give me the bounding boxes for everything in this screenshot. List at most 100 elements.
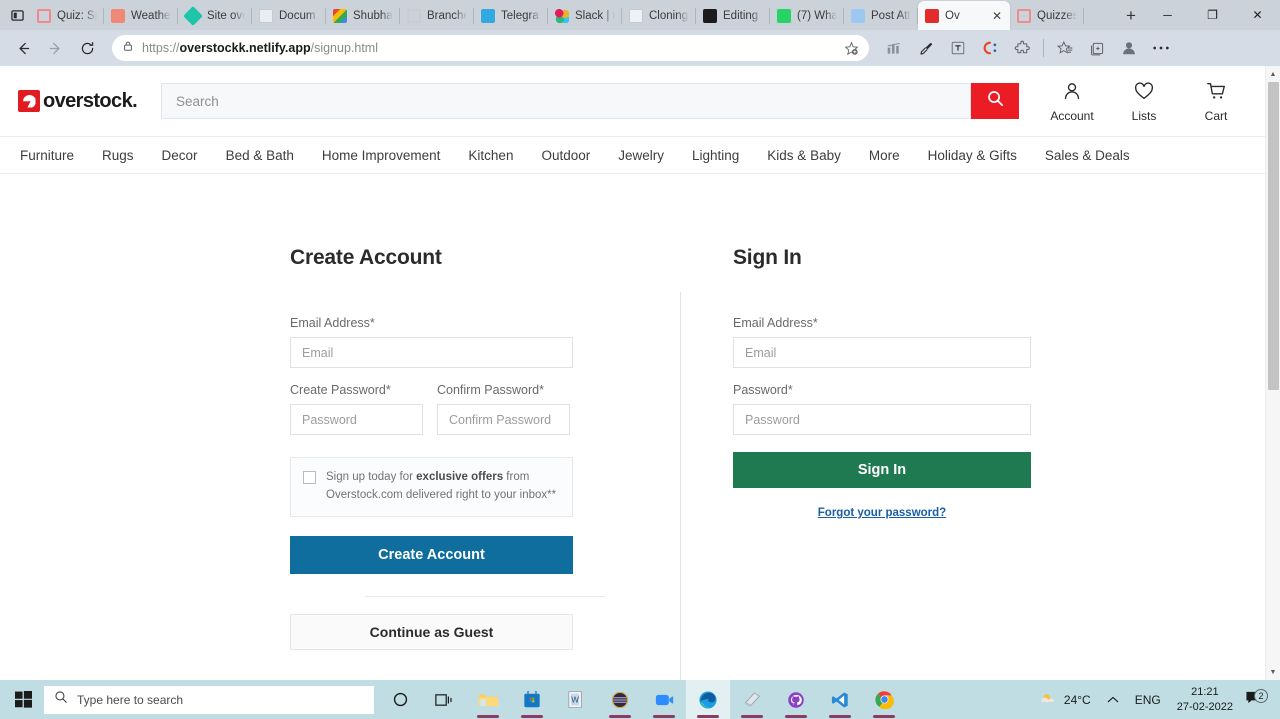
start-button[interactable]	[4, 680, 42, 719]
collections-icon[interactable]	[1082, 34, 1112, 62]
browser-tab[interactable]: Post Att	[844, 2, 918, 30]
favorite-add-icon[interactable]	[844, 40, 859, 56]
tab-label: Slack | r	[575, 10, 615, 22]
maximize-button[interactable]: ❐	[1190, 0, 1235, 30]
tab-label: Post Att	[871, 10, 911, 22]
scroll-down-arrow-icon[interactable]: ▼	[1266, 664, 1280, 680]
browser-tab[interactable]: Telegra	[474, 2, 548, 30]
overstock-logo[interactable]: overstock.	[18, 90, 153, 113]
marketing-optin-checkbox[interactable]	[303, 471, 316, 484]
github-desktop-icon[interactable]	[774, 680, 818, 719]
notification-count-badge: 2	[1254, 688, 1268, 703]
header-action-cart[interactable]: Cart	[1193, 80, 1239, 123]
header-action-lists[interactable]: Lists	[1121, 80, 1167, 123]
minimize-button[interactable]: ─	[1145, 0, 1190, 30]
profile-icon[interactable]	[1114, 34, 1144, 62]
file-explorer-icon[interactable]	[466, 680, 510, 719]
header-action-lists-label: Lists	[1131, 108, 1157, 123]
tray-language[interactable]: ENG	[1127, 680, 1169, 719]
browser-tab[interactable]: Quizzes	[1010, 2, 1084, 30]
notebook-icon[interactable]	[730, 680, 774, 719]
nav-item-rugs[interactable]: Rugs	[88, 148, 148, 163]
cart-icon	[1205, 80, 1227, 107]
browser-tab[interactable]: Shubha	[326, 2, 400, 30]
browser-tab[interactable]: Editing	[696, 2, 770, 30]
zoom-icon[interactable]	[642, 680, 686, 719]
nav-item-sales-deals[interactable]: Sales & Deals	[1031, 148, 1144, 163]
extensions-icon[interactable]	[1007, 34, 1037, 62]
settings-more-icon[interactable]	[1146, 34, 1176, 62]
tab-actions-icon[interactable]	[4, 0, 30, 30]
tray-overflow-chevron-icon[interactable]	[1099, 680, 1127, 719]
nav-item-home-improvement[interactable]: Home Improvement	[308, 148, 455, 163]
sign-in-button[interactable]: Sign In	[733, 452, 1031, 488]
taskbar-search[interactable]: Type here to search	[44, 685, 374, 714]
chrome-icon[interactable]	[862, 680, 906, 719]
confirm-password-input[interactable]: Confirm Password	[437, 404, 570, 435]
tab-favicon-icon	[555, 9, 569, 23]
signin-email-input[interactable]: Email	[733, 337, 1031, 368]
notification-center-button[interactable]: 2	[1241, 688, 1272, 710]
create-account-button[interactable]: Create Account	[290, 535, 573, 574]
task-view-icon[interactable]	[422, 680, 466, 719]
nav-item-holiday-gifts[interactable]: Holiday & Gifts	[914, 148, 1031, 163]
browser-tab[interactable]: Cloning	[622, 2, 696, 30]
nav-item-lighting[interactable]: Lighting	[678, 148, 753, 163]
browser-tab[interactable]: Ov ✕	[918, 1, 1010, 30]
browser-tab[interactable]: Docum	[252, 2, 326, 30]
vs-code-icon[interactable]	[818, 680, 862, 719]
svg-text:W: W	[571, 696, 579, 705]
back-icon[interactable]	[8, 34, 38, 62]
nav-item-outdoor[interactable]: Outdoor	[527, 148, 604, 163]
browser-tab[interactable]: Site ove	[178, 2, 252, 30]
reload-icon[interactable]	[72, 34, 102, 62]
word-icon[interactable]: W	[554, 680, 598, 719]
new-tab-button[interactable]: +	[1117, 2, 1145, 30]
collections-c-icon[interactable]	[975, 34, 1005, 62]
create-account-title: Create Account	[290, 246, 442, 269]
browser-tab[interactable]: Branche	[400, 2, 474, 30]
address-bar[interactable]: https://overstockk.netlify.app/signup.ht…	[112, 35, 869, 61]
nav-item-bed-bath[interactable]: Bed & Bath	[212, 148, 308, 163]
search-input[interactable]: Search	[161, 83, 971, 119]
browser-tab[interactable]: Slack | r	[548, 2, 622, 30]
tab-label: Quizzes	[1037, 10, 1077, 22]
eyedropper-icon[interactable]	[911, 34, 941, 62]
browser-tab[interactable]: Quiz: Sp	[30, 2, 104, 30]
browser-tab[interactable]: Weathe	[104, 2, 178, 30]
header-action-account[interactable]: Account	[1049, 80, 1095, 123]
scrollbar-thumb[interactable]	[1268, 82, 1279, 390]
nav-item-kids-baby[interactable]: Kids & Baby	[753, 148, 855, 163]
confirm-password-label: Confirm Password*	[437, 383, 544, 397]
continue-as-guest-button[interactable]: Continue as Guest	[290, 613, 573, 650]
tray-weather[interactable]: 24°C	[1031, 680, 1099, 719]
read-aloud-icon[interactable]	[879, 34, 909, 62]
forward-icon[interactable]	[40, 34, 70, 62]
signin-password-input[interactable]: Password	[733, 404, 1031, 435]
create-email-input[interactable]: Email	[290, 337, 573, 368]
nav-item-furniture[interactable]: Furniture	[20, 148, 88, 163]
forgot-password-link[interactable]: Forgot your password?	[733, 507, 1031, 519]
tab-close-icon[interactable]: ✕	[991, 9, 1003, 23]
text-tool-icon[interactable]	[943, 34, 973, 62]
create-email-label: Email Address*	[290, 316, 375, 330]
nav-item-more[interactable]: More	[855, 148, 914, 163]
overstock-logo-mark-icon	[18, 90, 40, 112]
marketing-optin[interactable]: Sign up today for exclusive offers from …	[290, 457, 573, 517]
create-password-input[interactable]: Password	[290, 404, 423, 435]
tray-clock[interactable]: 21:21 27-02-2022	[1169, 685, 1241, 715]
cortana-icon[interactable]	[378, 680, 422, 719]
search-button[interactable]	[971, 83, 1019, 119]
edge-icon[interactable]	[686, 680, 730, 719]
scroll-up-arrow-icon[interactable]: ▲	[1266, 66, 1280, 82]
nav-item-decor[interactable]: Decor	[148, 148, 212, 163]
close-window-button[interactable]: ✕	[1235, 0, 1280, 30]
favorites-icon[interactable]	[1050, 34, 1080, 62]
dark-circle-app-icon[interactable]	[598, 680, 642, 719]
browser-tab[interactable]: (7) Wha	[770, 2, 844, 30]
microsoft-store-icon[interactable]	[510, 680, 554, 719]
column-divider	[680, 292, 681, 680]
nav-item-kitchen[interactable]: Kitchen	[454, 148, 527, 163]
nav-item-jewelry[interactable]: Jewelry	[604, 148, 678, 163]
page-scrollbar[interactable]: ▲ ▼	[1265, 66, 1280, 680]
